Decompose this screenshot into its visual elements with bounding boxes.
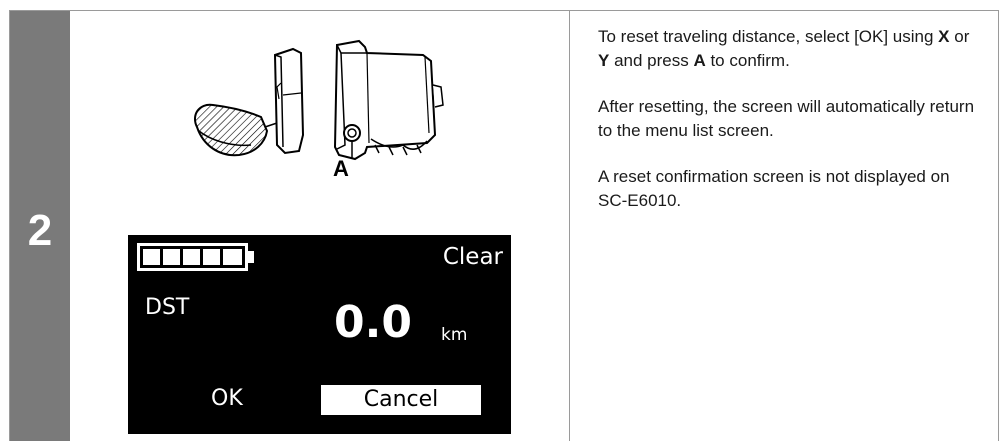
battery-bar: [163, 249, 180, 265]
switch-unit-illustration: [194, 39, 444, 161]
instruction-text: To reset traveling distance, select [OK]…: [598, 27, 939, 46]
step-number: 2: [27, 206, 53, 255]
battery-full-icon: [137, 243, 254, 271]
battery-bar: [183, 249, 200, 265]
instructions-column: To reset traveling distance, select [OK]…: [570, 11, 998, 441]
figure-column: A Clear DST 0.0 km OK Cancel: [71, 11, 570, 441]
screen-title: Clear: [442, 244, 503, 270]
key-y: Y: [598, 51, 610, 70]
callout-label-a: A: [333, 156, 349, 181]
battery-bar: [223, 249, 242, 265]
battery-bar: [143, 249, 160, 265]
instruction-paragraph-reset: To reset traveling distance, select [OK]…: [598, 25, 978, 73]
step-column: 2: [10, 11, 70, 441]
key-a: A: [693, 51, 706, 70]
step-table: 2 A Clear DST 0.0 km OK Cancel To reset …: [9, 10, 999, 441]
left-switch-body: [264, 47, 305, 155]
button-a-icon: [343, 124, 361, 142]
key-x: X: [938, 27, 950, 46]
instruction-paragraph-after-reset: After resetting, the screen will automat…: [598, 97, 975, 140]
left-lever: [194, 103, 269, 157]
instruction-paragraph-note: A reset confirmation screen is not displ…: [598, 167, 950, 210]
instruction-text: and press: [609, 51, 694, 70]
cancel-option-selected: Cancel: [321, 385, 481, 415]
instruction-text: to confirm.: [705, 51, 790, 70]
dst-label: DST: [145, 295, 190, 320]
instruction-text: or: [949, 27, 970, 46]
distance-value: 0.0: [334, 297, 412, 348]
cycle-computer-display: Clear DST 0.0 km OK Cancel: [128, 235, 511, 434]
battery-bar: [203, 249, 220, 265]
ok-option: OK: [211, 386, 243, 411]
distance-unit: km: [441, 325, 468, 345]
